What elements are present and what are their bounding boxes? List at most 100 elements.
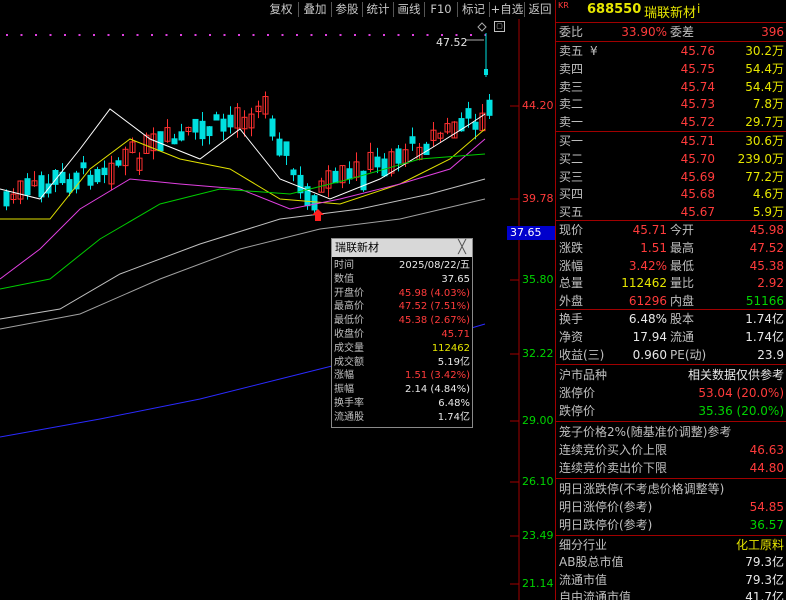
candle-body[interactable] xyxy=(94,169,101,183)
candle-body[interactable] xyxy=(80,162,87,169)
quote-row: 涨幅 3.42% 最低 45.38 xyxy=(556,257,786,275)
candle-body[interactable] xyxy=(66,179,73,193)
candle-body[interactable] xyxy=(199,120,206,140)
candle-body[interactable] xyxy=(220,118,227,132)
candle-body[interactable] xyxy=(276,138,283,156)
candle-body[interactable] xyxy=(157,131,164,152)
sell-level-price: 45.76 xyxy=(680,44,715,58)
candle-body[interactable] xyxy=(311,195,318,211)
sell-level-row[interactable]: 卖三 45.74 54.4万 xyxy=(556,78,786,96)
candle-body[interactable] xyxy=(115,160,122,166)
candle-body[interactable] xyxy=(290,169,297,176)
signal-dot xyxy=(267,34,269,36)
buy-level-row[interactable]: 买一 45.71 30.6万 xyxy=(556,132,786,150)
toolbar-button-holdings[interactable]: 参股 xyxy=(332,1,362,18)
candle-body[interactable] xyxy=(472,121,479,130)
buy-level-row[interactable]: 买五 45.67 5.9万 xyxy=(556,203,786,221)
popup-row: 收盘价 45.71 xyxy=(334,329,470,341)
signal-dot xyxy=(151,34,153,36)
candle-body[interactable] xyxy=(484,69,488,75)
toolbar-button-add-favorite[interactable]: +自选 xyxy=(490,1,524,18)
toolbar-button-stats[interactable]: 统计 xyxy=(363,1,393,18)
stat-label: 流通 xyxy=(670,330,695,344)
quote-row: 总量 112462 量比 2.92 xyxy=(556,274,786,292)
candle-body[interactable] xyxy=(3,191,10,207)
candle-body[interactable] xyxy=(213,114,220,121)
sell-level-volume: 29.7万 xyxy=(745,115,784,130)
buy-level-volume: 77.2万 xyxy=(745,169,784,184)
popup-row-value: 45.38 (2.67%) xyxy=(398,315,470,327)
popup-row: 最低价 45.38 (2.67%) xyxy=(334,315,470,327)
candle-body[interactable] xyxy=(409,136,416,144)
sell-level-row[interactable]: 卖五 ¥45.76 30.2万 xyxy=(556,42,786,60)
buy-level-price: 45.67 xyxy=(680,205,715,220)
quote-label: 最高 xyxy=(670,240,695,255)
candle-body[interactable] xyxy=(101,167,108,176)
candle-body[interactable] xyxy=(486,99,493,116)
signal-dot xyxy=(165,34,168,36)
stat-row: 收益(三) 0.960 PE(动) 23.9 xyxy=(556,346,786,364)
buy-level-price: 45.69 xyxy=(680,169,715,184)
sell-level-row[interactable]: 卖二 45.73 7.8万 xyxy=(556,95,786,113)
close-icon[interactable]: ╳ xyxy=(455,240,469,255)
chart-settings-icon[interactable]: ▢ xyxy=(494,21,505,32)
candle-body[interactable] xyxy=(269,118,276,137)
signal-dot xyxy=(238,34,240,36)
quote-label: 现价 xyxy=(559,223,584,237)
signal-dot xyxy=(368,34,371,36)
candle-body[interactable] xyxy=(38,175,45,198)
toolbar-button-mark[interactable]: 标记 xyxy=(458,1,489,18)
buy-level-row[interactable]: 买三 45.69 77.2万 xyxy=(556,168,786,186)
popup-row-value: 112462 xyxy=(431,342,470,354)
toolbar-button-f10[interactable]: F10 xyxy=(425,1,457,18)
toolbar-button-fuquan[interactable]: 复权 xyxy=(264,1,298,18)
buy-level-row[interactable]: 买四 45.68 4.6万 xyxy=(556,185,786,203)
industry-row[interactable]: 细分行业 化工原料 xyxy=(556,536,786,554)
popup-row-label: 最高价 xyxy=(334,301,364,313)
candle-body[interactable] xyxy=(360,170,367,191)
signal-dot xyxy=(180,34,182,36)
toolbar-button-overlay[interactable]: 叠加 xyxy=(299,1,331,18)
buy-level-label: 买二 xyxy=(559,151,584,166)
quote-value: 45.98 xyxy=(749,223,784,237)
sell-level-row[interactable]: 卖四 45.75 54.4万 xyxy=(556,60,786,78)
quote-value: 112462 xyxy=(621,276,667,291)
candle-body[interactable] xyxy=(24,178,31,196)
candle-body[interactable] xyxy=(192,118,199,133)
stat-value: 1.74亿 xyxy=(745,330,784,344)
sell-level-volume: 54.4万 xyxy=(745,79,784,94)
candle-body[interactable] xyxy=(87,174,94,186)
sell-level-row[interactable]: 卖一 45.72 29.7万 xyxy=(556,113,786,131)
candle-info-popup[interactable]: 瑞联新材 ╳ 时间 2025/08/22/五 数值 37.65 开盘价 45.98 (4.… xyxy=(331,238,473,428)
price-axis-label: 21.14 xyxy=(522,577,554,590)
candle-body[interactable] xyxy=(171,138,178,145)
sell-level-price: 45.74 xyxy=(680,79,715,94)
candle-body[interactable] xyxy=(283,141,290,156)
candle-body[interactable] xyxy=(374,156,381,168)
candle-body[interactable] xyxy=(227,114,234,128)
tomorrow-up-row: 明日涨停价(参考) 54.85 xyxy=(559,500,784,514)
quote-label: 量比 xyxy=(670,276,695,291)
candle-body[interactable] xyxy=(395,148,402,164)
candle-body[interactable] xyxy=(346,168,353,180)
popup-row: 最高价 47.52 (7.51%) xyxy=(334,301,470,313)
sell-level-label: 卖五 xyxy=(559,44,584,58)
candle-body[interactable] xyxy=(332,170,339,184)
quote-value: 61296 xyxy=(628,294,667,309)
price-axis-label: 32.22 xyxy=(522,347,554,360)
candle-body[interactable] xyxy=(59,171,66,184)
buy-level-row[interactable]: 买二 45.70 239.0万 xyxy=(556,150,786,168)
toolbar-button-back[interactable]: 返回 xyxy=(525,1,555,18)
candle-body[interactable] xyxy=(178,131,185,141)
buy-level-volume: 239.0万 xyxy=(737,151,784,166)
toolbar-button-draw[interactable]: 画线 xyxy=(394,1,424,18)
candle-body[interactable] xyxy=(465,108,472,119)
sell-level-price: 45.73 xyxy=(680,97,715,112)
sell-level-volume: 7.8万 xyxy=(752,97,784,112)
candle-body[interactable] xyxy=(381,158,388,177)
candle-body[interactable] xyxy=(206,126,213,137)
candle-body[interactable] xyxy=(297,174,304,194)
info-icon[interactable]: i xyxy=(697,2,700,16)
candle-body[interactable] xyxy=(423,143,430,155)
quote-value: 1.51 xyxy=(640,240,667,255)
